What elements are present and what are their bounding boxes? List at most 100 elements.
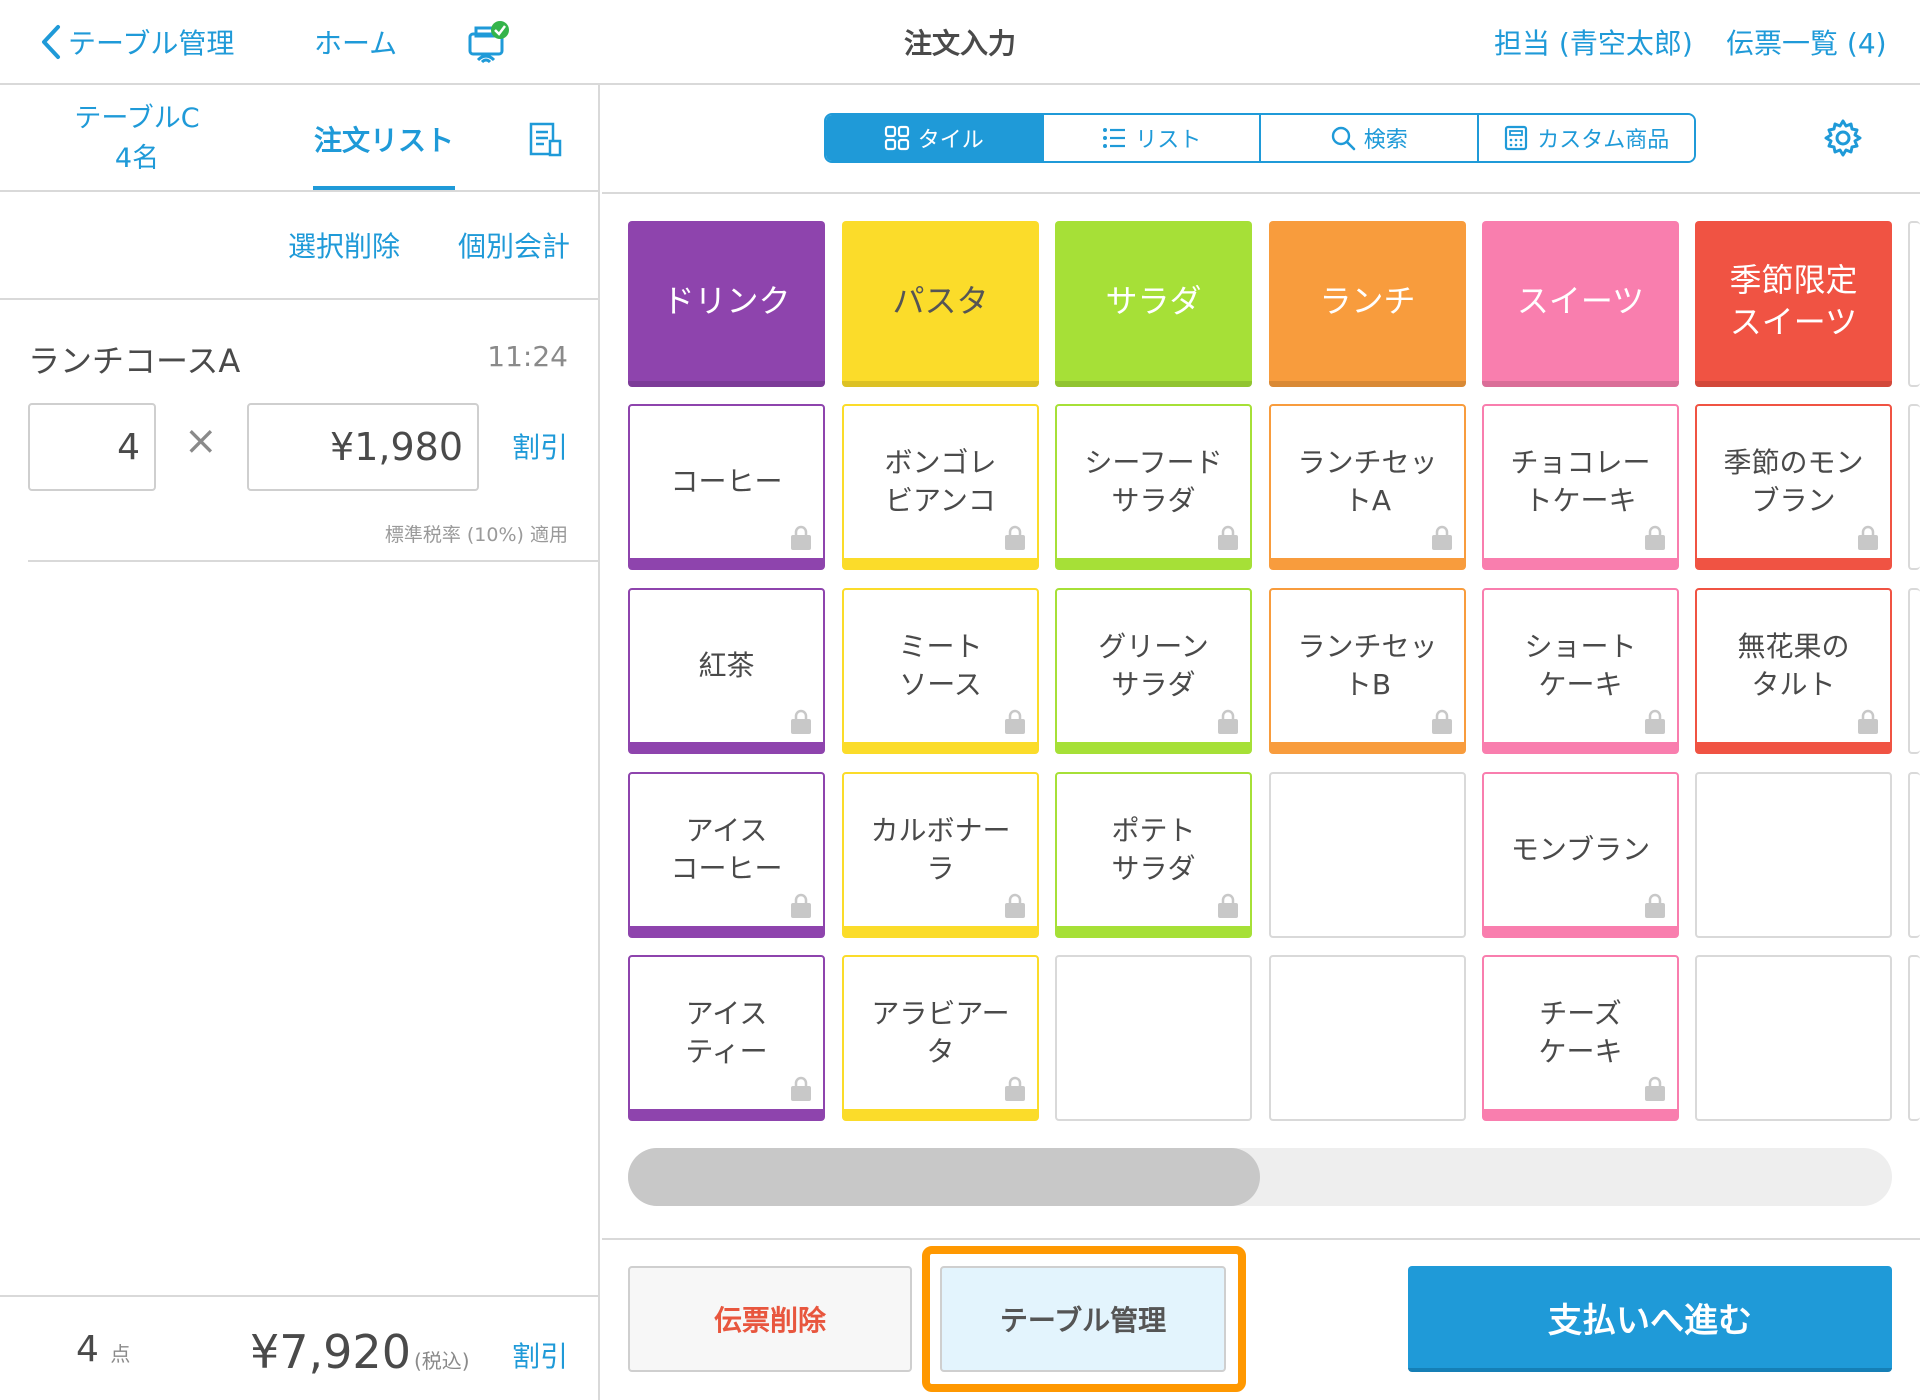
quantity-field[interactable]: 4 — [28, 403, 156, 491]
bag-icon — [1858, 525, 1878, 550]
calculator-icon — [1505, 125, 1528, 151]
delete-selected-button[interactable]: 選択削除 — [288, 192, 400, 298]
offscreen-tile-edge — [1908, 404, 1920, 570]
category-tile[interactable]: スイーツ — [1482, 221, 1679, 387]
product-tile[interactable]: ポテト サラダ — [1055, 772, 1252, 938]
product-tile[interactable]: チョコレー トケーキ — [1482, 404, 1679, 570]
product-tile[interactable]: ランチセッ トB — [1269, 588, 1466, 754]
product-tile[interactable]: アイス コーヒー — [628, 772, 825, 938]
view-mode-switcher: タイル リスト 検索 カスタム商品 — [824, 113, 1696, 163]
unit-price-field[interactable]: ¥1,980 — [247, 403, 479, 491]
product-tile[interactable]: コーヒー — [628, 404, 825, 570]
product-tile[interactable]: ボンゴレ ビアンコ — [842, 404, 1039, 570]
gear-icon[interactable] — [1822, 117, 1864, 159]
bag-icon — [1218, 525, 1238, 550]
offscreen-tile-edge — [1908, 955, 1920, 1121]
view-list-button[interactable]: リスト — [1043, 115, 1261, 161]
bag-icon — [1218, 709, 1238, 734]
slip-list-link[interactable]: 伝票一覧 (4) — [1726, 0, 1887, 83]
active-tab-indicator — [313, 186, 455, 190]
order-discount-button[interactable]: 割引 — [512, 1335, 568, 1375]
product-tile[interactable]: グリーン サラダ — [1055, 588, 1252, 754]
item-count: 4 点 — [76, 1329, 130, 1370]
bag-icon — [1645, 709, 1665, 734]
toolbar-divider — [602, 192, 1920, 194]
offscreen-tile-edge — [1908, 588, 1920, 754]
category-tile[interactable]: ドリンク — [628, 221, 825, 387]
product-name: 紅茶 — [698, 649, 755, 682]
empty-tile — [1269, 955, 1466, 1121]
product-tile[interactable]: 無花果の タルト — [1695, 588, 1892, 754]
product-tile[interactable]: ランチセッ トA — [1269, 404, 1466, 570]
category-tile[interactable]: サラダ — [1055, 221, 1252, 387]
tile-scrollbar[interactable] — [628, 1148, 1892, 1206]
product-name: モンブラン — [1510, 833, 1651, 866]
order-line-item[interactable]: ランチコースA 11:24 4 × ¥1,980 割引 標準税率 (10%) 適… — [28, 300, 598, 562]
proceed-to-payment-button[interactable]: 支払いへ進む — [1408, 1266, 1892, 1372]
product-name: コーヒー — [670, 465, 783, 498]
split-bill-button[interactable]: 個別会計 — [458, 192, 570, 298]
category-tile[interactable]: ランチ — [1269, 221, 1466, 387]
category-label: ランチ — [1319, 282, 1416, 320]
view-tile-button[interactable]: タイル — [826, 115, 1044, 161]
bag-icon — [1005, 893, 1025, 918]
bag-icon — [791, 525, 811, 550]
home-link[interactable]: ホーム — [314, 0, 397, 83]
offscreen-tile-edge — [1908, 772, 1920, 938]
product-name: アラビアー タ — [871, 997, 1010, 1068]
bag-icon — [1005, 1076, 1025, 1101]
category-label: パスタ — [892, 282, 989, 320]
empty-tile — [1269, 772, 1466, 938]
chevron-left-icon — [42, 24, 60, 59]
receipt-icon[interactable] — [528, 121, 562, 157]
back-label: テーブル管理 — [68, 26, 235, 60]
staff-selector[interactable]: 担当 (青空太郎) — [1494, 0, 1693, 83]
table-info-tab[interactable]: テーブルC 4名 — [60, 99, 214, 179]
product-name: チーズ ケーキ — [1538, 997, 1623, 1068]
product-tile[interactable]: シーフード サラダ — [1055, 404, 1252, 570]
top-navigation-bar: テーブル管理 ホーム 注文入力 担当 (青空太郎) 伝票一覧 (4) — [0, 0, 1920, 85]
tax-rate-note: 標準税率 (10%) 適用 — [384, 524, 568, 546]
bag-icon — [1218, 893, 1238, 918]
item-discount-button[interactable]: 割引 — [512, 426, 568, 466]
custom-item-label: カスタム商品 — [1537, 128, 1670, 153]
order-list-tab[interactable]: 注文リスト — [313, 85, 455, 192]
category-label: スイーツ — [1516, 282, 1645, 320]
bag-icon — [1432, 709, 1452, 734]
table-name: テーブルC — [74, 103, 200, 134]
tile-grid-icon — [884, 125, 909, 151]
product-tile[interactable]: モンブラン — [1482, 772, 1679, 938]
category-tile[interactable]: パスタ — [842, 221, 1039, 387]
order-actions: 選択削除 個別会計 — [0, 192, 598, 300]
back-button[interactable]: テーブル管理 — [40, 0, 234, 83]
scrollbar-thumb[interactable] — [628, 1148, 1260, 1206]
product-tile[interactable]: アラビアー タ — [842, 955, 1039, 1121]
bag-icon — [1645, 893, 1665, 918]
product-tile[interactable]: アイス ティー — [628, 955, 825, 1121]
list-icon — [1103, 128, 1126, 148]
printer-connected-icon[interactable] — [466, 0, 510, 83]
product-tile[interactable]: ミート ソース — [842, 588, 1039, 754]
product-tile[interactable]: チーズ ケーキ — [1482, 955, 1679, 1121]
table-management-button[interactable]: テーブル管理 — [940, 1266, 1226, 1372]
product-name: アイス コーヒー — [670, 814, 783, 885]
product-tile[interactable]: 紅茶 — [628, 588, 825, 754]
view-search-button[interactable]: 検索 — [1261, 115, 1479, 161]
view-tile-label: タイル — [917, 128, 984, 153]
empty-tile — [1695, 772, 1892, 938]
item-count-value: 4 — [76, 1329, 99, 1370]
custom-item-button[interactable]: カスタム商品 — [1478, 115, 1694, 161]
item-name: ランチコースA — [28, 342, 241, 380]
product-name: ボンゴレ ビアンコ — [884, 446, 997, 517]
order-panel-tabs: テーブルC 4名 注文リスト — [0, 85, 598, 192]
product-tile[interactable]: カルボナー ラ — [842, 772, 1039, 938]
bag-icon — [1645, 1076, 1665, 1101]
order-panel: テーブルC 4名 注文リスト 選択削除 個別会計 ランチコースA 11:24 4… — [0, 85, 600, 1400]
product-tile[interactable]: ショート ケーキ — [1482, 588, 1679, 754]
category-tile[interactable]: 季節限定 スイーツ — [1695, 221, 1892, 387]
delete-slip-button[interactable]: 伝票削除 — [628, 1266, 912, 1372]
bag-icon — [1005, 709, 1025, 734]
product-name: ポテト サラダ — [1111, 814, 1196, 885]
product-tile[interactable]: 季節のモン ブラン — [1695, 404, 1892, 570]
tax-included-label: (税込) — [414, 1349, 470, 1373]
